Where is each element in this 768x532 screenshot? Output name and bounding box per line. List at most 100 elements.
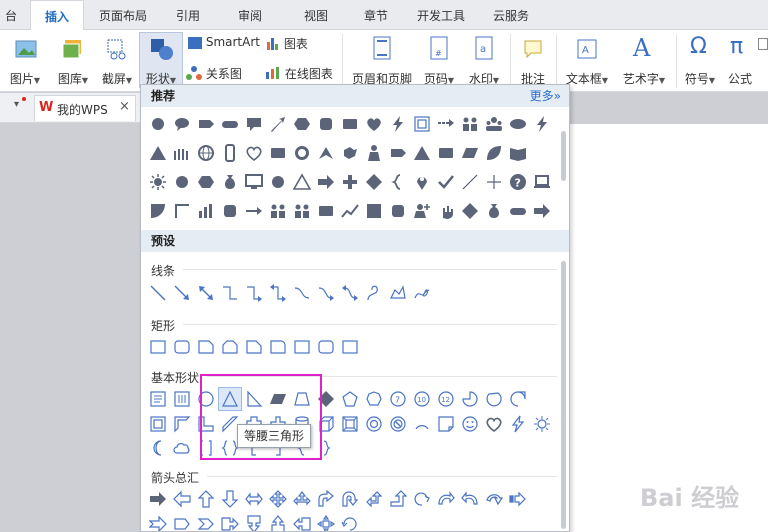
- chart-icon[interactable]: [195, 200, 217, 222]
- line-double-arrow-icon[interactable]: [195, 282, 217, 304]
- document-tab-my-wps[interactable]: W 我的WPS ×: [34, 95, 136, 121]
- arrow-right-dotted-icon[interactable]: [435, 113, 457, 135]
- arrow-notched-icon[interactable]: [147, 513, 169, 531]
- squiggle-icon[interactable]: [363, 282, 385, 304]
- people-icon[interactable]: [291, 200, 313, 222]
- pill-icon[interactable]: [219, 113, 241, 135]
- screenshot-button[interactable]: 截屏▼: [98, 34, 136, 88]
- check-icon[interactable]: [435, 171, 457, 193]
- rounded-rect-outline-icon[interactable]: [315, 336, 337, 358]
- money-bag-icon[interactable]: [219, 171, 241, 193]
- more-ribbon-button[interactable]: [756, 36, 768, 86]
- tab-5[interactable]: 视图: [286, 0, 346, 30]
- lightning-icon[interactable]: [387, 113, 409, 135]
- tab-2[interactable]: 页面布局: [88, 0, 158, 30]
- formula-button[interactable]: π 公式: [724, 34, 756, 88]
- people-icon[interactable]: [459, 113, 481, 135]
- line-icon[interactable]: [147, 282, 169, 304]
- tab-6[interactable]: 章节: [350, 0, 402, 30]
- money-bag-icon[interactable]: [483, 200, 505, 222]
- rect-outline-icon[interactable]: [291, 336, 313, 358]
- arrow-left-right-icon[interactable]: [243, 488, 265, 510]
- arrow-curved-down-icon[interactable]: [483, 488, 505, 510]
- arrow-down-icon[interactable]: [219, 488, 241, 510]
- watermark-button[interactable]: a 水印▼: [463, 34, 505, 88]
- tag-icon[interactable]: [387, 142, 409, 164]
- rect-outline-icon[interactable]: [339, 336, 361, 358]
- half-frame-icon[interactable]: [171, 413, 193, 435]
- chevron-icon[interactable]: [195, 513, 217, 531]
- arrow-right-icon[interactable]: [315, 171, 337, 193]
- plus-thin-icon[interactable]: [483, 171, 505, 193]
- elbow-double-icon[interactable]: [267, 282, 289, 304]
- scrollbar[interactable]: [559, 107, 569, 531]
- thin-line-icon[interactable]: [459, 171, 481, 193]
- symbol-button[interactable]: Ω 符号▼: [680, 34, 720, 88]
- elbow-arrow-icon[interactable]: [243, 282, 265, 304]
- callout-down-icon[interactable]: [243, 513, 265, 531]
- rounded-rect-outline-icon[interactable]: [171, 336, 193, 358]
- document-page[interactable]: [570, 124, 768, 532]
- circle-icon[interactable]: [267, 171, 289, 193]
- parallelogram-icon[interactable]: [459, 142, 481, 164]
- people-icon[interactable]: [267, 200, 289, 222]
- arrow-curved-left-icon[interactable]: [459, 488, 481, 510]
- sun-icon[interactable]: [147, 171, 169, 193]
- curve-double-icon[interactable]: [339, 282, 361, 304]
- plus-icon[interactable]: [339, 171, 361, 193]
- line-chart-icon[interactable]: [339, 200, 361, 222]
- arrow-quad-icon[interactable]: [267, 488, 289, 510]
- callout-left-icon[interactable]: [291, 513, 313, 531]
- picture-button[interactable]: 图片▼: [6, 34, 44, 88]
- rect-icon[interactable]: [267, 142, 289, 164]
- comment-button[interactable]: 批注: [516, 34, 550, 88]
- rounded-square-icon[interactable]: [387, 200, 409, 222]
- circle-7-icon[interactable]: 7: [387, 388, 409, 410]
- header-footer-button[interactable]: 页眉和页脚: [349, 34, 415, 88]
- monitor-icon[interactable]: [243, 171, 265, 193]
- diamond-icon[interactable]: [363, 171, 385, 193]
- circle-10-icon[interactable]: 10: [411, 388, 433, 410]
- arrow-left-icon[interactable]: [171, 488, 193, 510]
- ellipse-icon[interactable]: [507, 113, 529, 135]
- wordart-button[interactable]: A 艺术字▼: [617, 34, 671, 88]
- textbox-icon[interactable]: [147, 388, 169, 410]
- people-group-icon[interactable]: [483, 113, 505, 135]
- tab-0[interactable]: 台: [0, 0, 22, 30]
- textbox-button[interactable]: A 文本框▼: [562, 34, 612, 88]
- snip-rect-icon[interactable]: [195, 336, 217, 358]
- no-symbol-icon[interactable]: [387, 413, 409, 435]
- lightning-outline-icon[interactable]: [507, 413, 529, 435]
- pentagon-arrow-icon[interactable]: [171, 513, 193, 531]
- map-icon[interactable]: [339, 142, 361, 164]
- arrow-bend-icon[interactable]: [315, 488, 337, 510]
- diamond-icon[interactable]: [459, 200, 481, 222]
- arrow-right-icon[interactable]: [147, 488, 169, 510]
- close-icon[interactable]: ×: [119, 99, 130, 114]
- arrow-curved-right-icon[interactable]: [435, 488, 457, 510]
- callout-quad-icon[interactable]: [315, 513, 337, 531]
- tab-7[interactable]: 开发工具: [406, 0, 476, 30]
- donut-icon[interactable]: [363, 413, 385, 435]
- smiley-icon[interactable]: [459, 413, 481, 435]
- triangle-icon[interactable]: [411, 142, 433, 164]
- callout-up-icon[interactable]: [267, 513, 289, 531]
- tab-8[interactable]: 云服务: [480, 0, 542, 30]
- arrow-circular-icon[interactable]: [411, 488, 433, 510]
- vertical-textbox-icon[interactable]: [171, 388, 193, 410]
- callout-right-icon[interactable]: [219, 513, 241, 531]
- chord-icon[interactable]: [483, 388, 505, 410]
- people-row-icon[interactable]: [171, 142, 193, 164]
- arrow-circular-2-icon[interactable]: [339, 513, 361, 531]
- ring-icon[interactable]: [291, 142, 313, 164]
- frame-icon[interactable]: [147, 413, 169, 435]
- triangle-outline-icon[interactable]: [291, 171, 313, 193]
- heart-icon[interactable]: [363, 113, 385, 135]
- line-arrow-icon[interactable]: [171, 282, 193, 304]
- rect-icon[interactable]: [315, 200, 337, 222]
- moon-icon[interactable]: [147, 437, 169, 459]
- rect-icon[interactable]: [339, 113, 361, 135]
- snip-both-icon[interactable]: [219, 336, 241, 358]
- arrow-up-chevron-icon[interactable]: [315, 142, 337, 164]
- brace-icon[interactable]: [387, 171, 409, 193]
